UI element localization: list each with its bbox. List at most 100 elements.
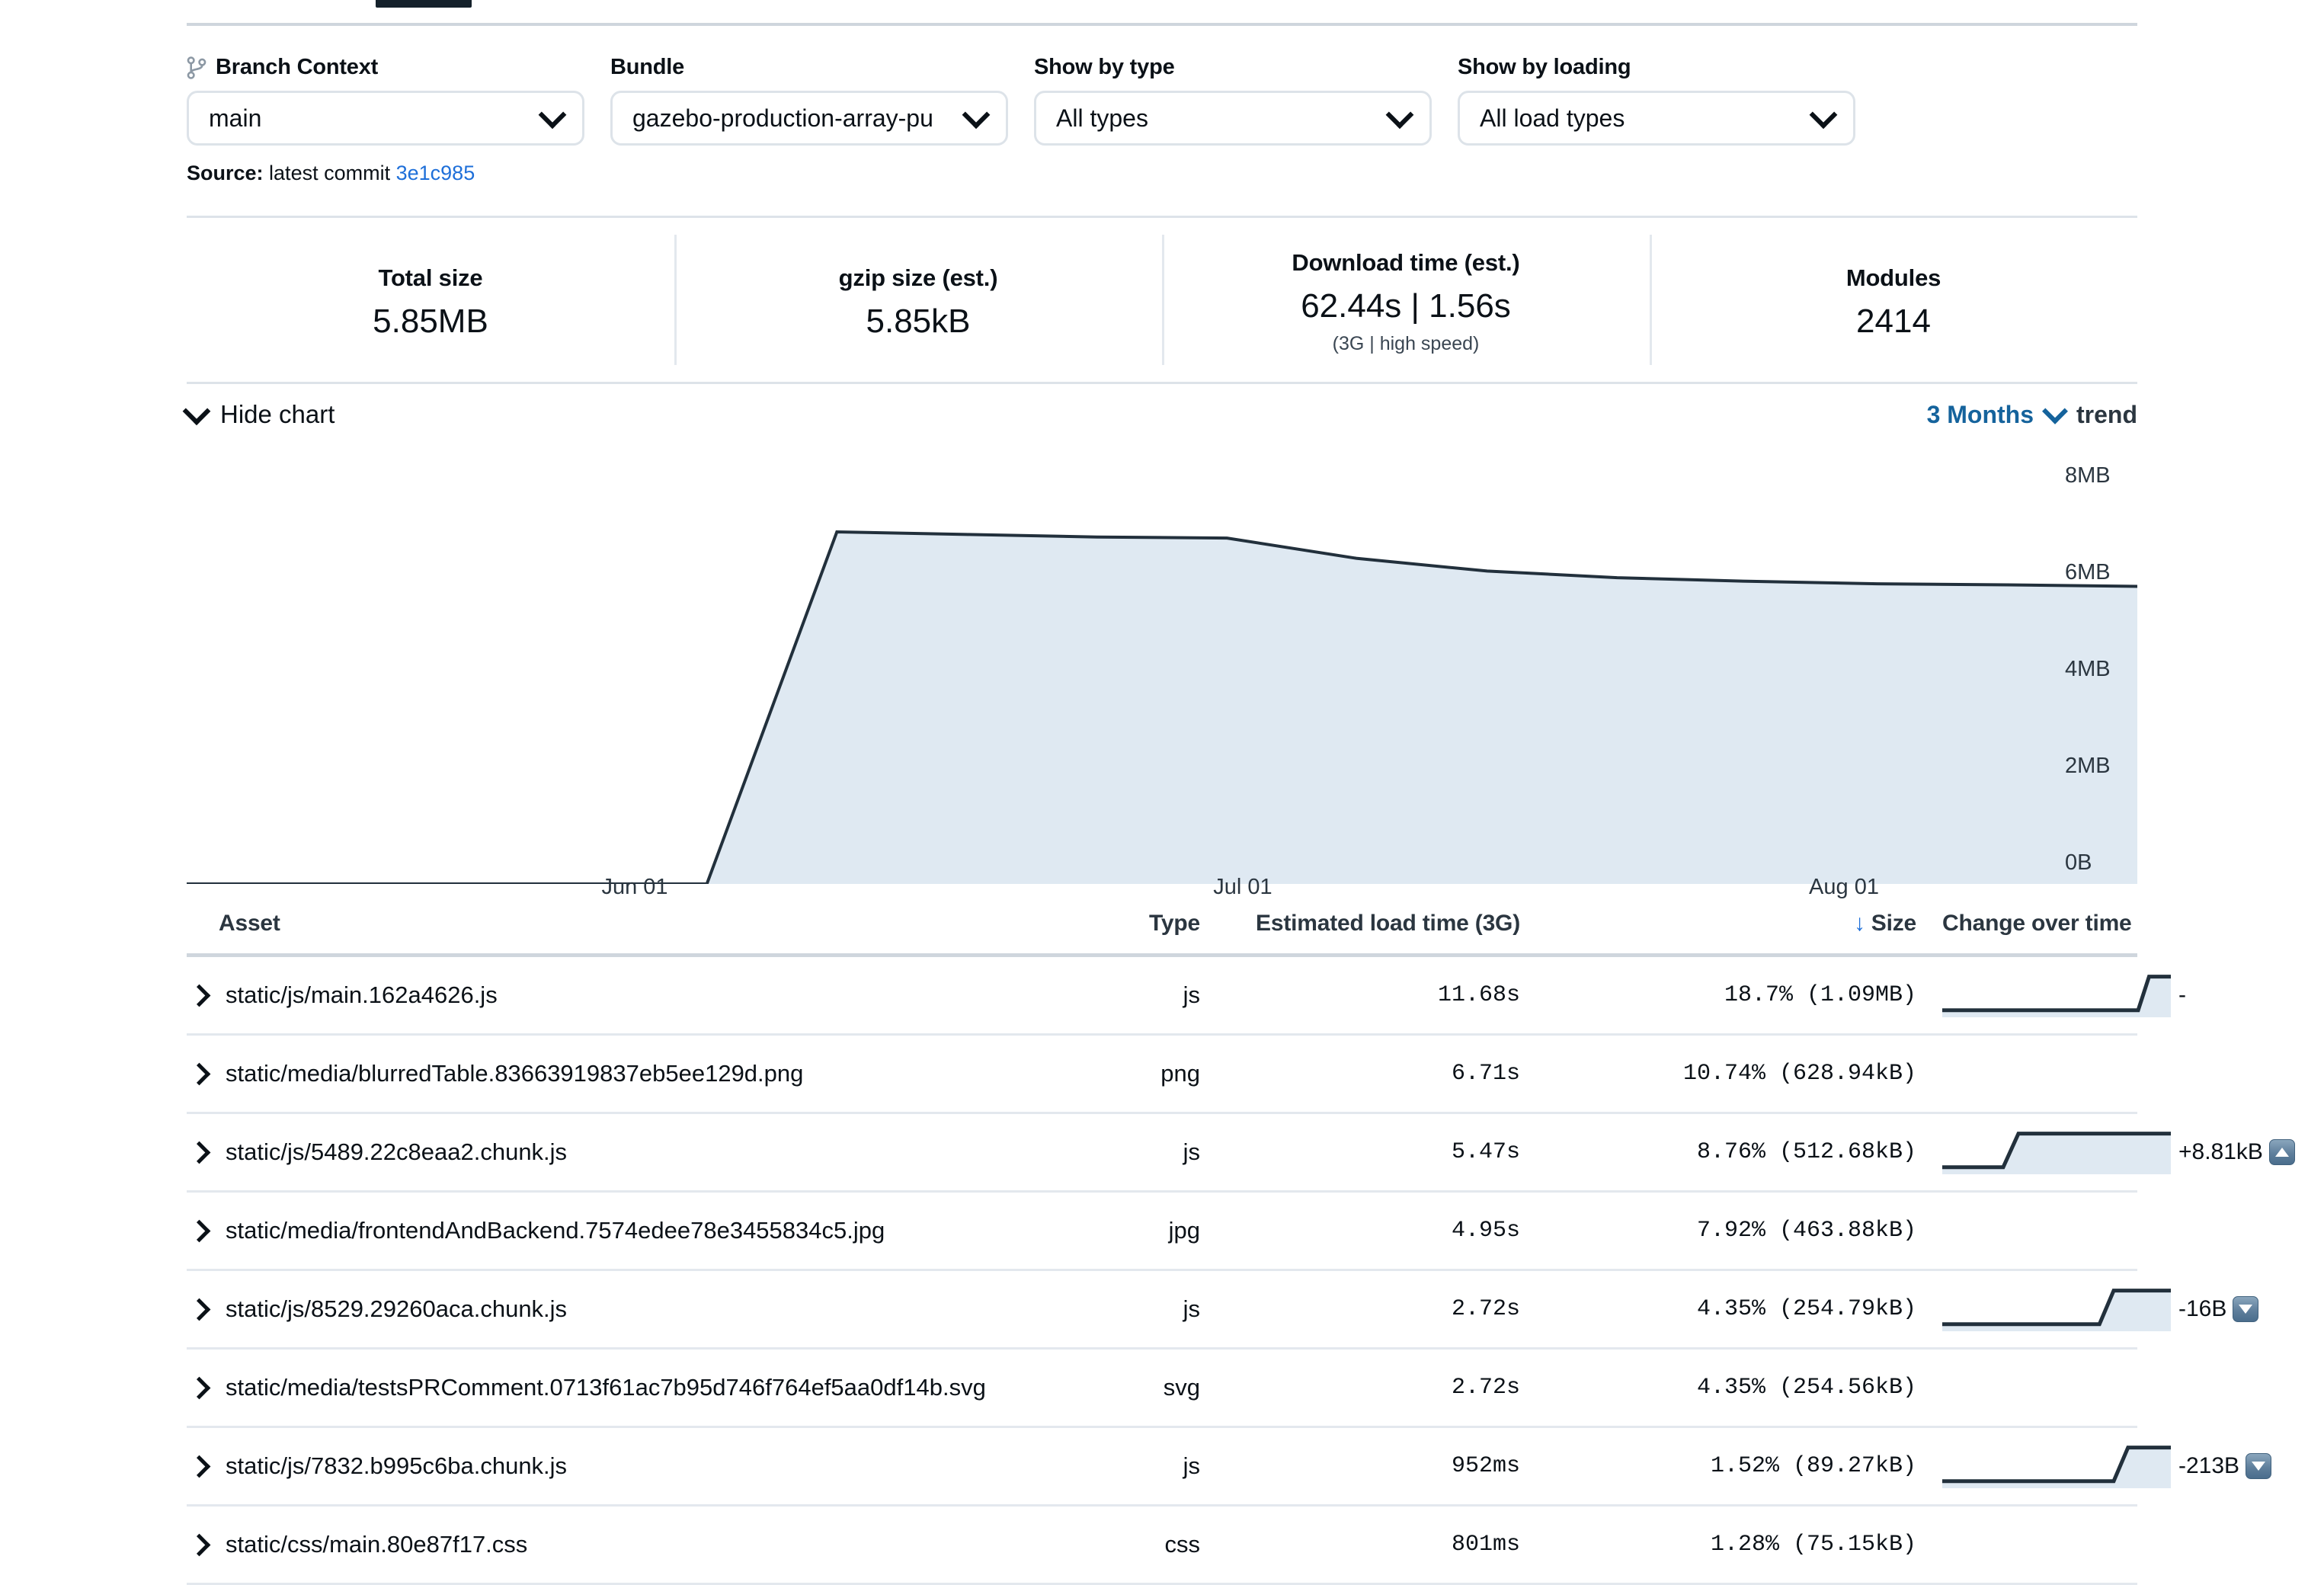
asset-type: css [1164, 1531, 1201, 1558]
chevron-right-icon[interactable] [187, 1376, 211, 1399]
chevron-down-icon [538, 101, 567, 130]
summary-total-size: Total size 5.85MB [187, 218, 674, 382]
sparkline [1942, 1289, 2171, 1331]
size-delta-value: -16B [2178, 1296, 2227, 1321]
table-row[interactable]: static/js/7832.b995c6ba.chunk.js js 952ms 1… [187, 1428, 2272, 1507]
asset-type: jpg [1168, 1217, 1200, 1244]
asset-size: 10.74% (628.94kB) [1682, 1061, 1916, 1087]
filter-branch-context: Branch Context main [187, 55, 584, 146]
chart-area-fill [187, 532, 2137, 884]
column-header-type[interactable]: Type [1048, 911, 1200, 937]
tab-configuration[interactable]: Configuration [821, 0, 1039, 12]
sort-descending-icon: ↓ [1853, 911, 1865, 936]
chevron-right-icon[interactable] [187, 1533, 211, 1556]
change-over-time-cell: - [1916, 973, 2186, 1017]
decrease-arrow-icon [2233, 1296, 2259, 1322]
source-line: Source: latest commit 3e1c985 [187, 162, 475, 185]
active-tab-indicator [375, 0, 472, 8]
trend-word: trend [2076, 400, 2137, 428]
assets-table: Asset Type Estimated load time (3G) ↓ Siz… [187, 911, 2295, 1585]
filter-label: Show by loading [1458, 55, 1855, 80]
trend-range-selector[interactable]: 3 Months trend [1926, 398, 2137, 429]
asset-size: 4.35% (254.56kB) [1696, 1375, 1916, 1401]
table-row[interactable]: static/media/blurredTable.83663919837eb5… [187, 1036, 2137, 1114]
chevron-right-icon[interactable] [187, 1455, 211, 1478]
size-delta-value: +8.81kB [2178, 1139, 2263, 1164]
chevron-down-icon [2042, 398, 2068, 424]
y-axis-tick: 6MB [2065, 560, 2111, 584]
summary-label: Modules [1845, 264, 1941, 291]
tab-bundles[interactable]: Bundles [359, 0, 488, 12]
table-row[interactable]: static/media/testsPRComment.0713f61ac7b9… [187, 1350, 2137, 1428]
column-header-asset[interactable]: Asset [187, 911, 1048, 937]
bundle-select[interactable]: gazebo-production-array-pu [610, 91, 1008, 146]
summary-bar: Total size 5.85MB gzip size (est.) 5.85k… [187, 216, 2137, 384]
size-delta: -16B [2178, 1296, 2259, 1322]
change-over-time-cell: -16B [1916, 1287, 2259, 1331]
chevron-right-icon[interactable] [187, 1062, 211, 1085]
sparkline-line [1942, 975, 2171, 1013]
x-axis-tick: Jul 01 [1213, 875, 1272, 899]
asset-name: static/css/main.80e87f17.css [226, 1531, 528, 1558]
tab-list: Coverage Bundles Flags new Tests new Con… [187, 0, 1039, 12]
chevron-right-icon[interactable] [187, 1219, 211, 1242]
estimated-load-time: 6.71s [1451, 1061, 1520, 1087]
hide-chart-toggle[interactable]: Hide chart [182, 397, 335, 429]
table-row[interactable]: static/js/8529.29260aca.chunk.js js 2.72s 4… [187, 1271, 2259, 1350]
y-axis-tick: 2MB [2065, 754, 2111, 778]
filter-label: Bundle [610, 55, 1008, 80]
filter-label: Branch Context [187, 55, 584, 80]
tab-strip-divider [187, 23, 2137, 26]
y-axis-tick: 4MB [2065, 657, 2111, 681]
summary-value: 5.85MB [373, 302, 488, 340]
asset-cell: static/js/8529.29260aca.chunk.js [187, 1295, 1048, 1323]
summary-label: Total size [378, 264, 483, 291]
x-axis-tick: Jun 01 [601, 875, 668, 899]
chevron-right-icon[interactable] [187, 1298, 211, 1321]
estimated-load-time: 5.47s [1451, 1139, 1520, 1165]
summary-subtext: (3G | high speed) [1332, 333, 1480, 354]
estimated-load-time: 2.72s [1451, 1296, 1520, 1322]
column-header-load-time[interactable]: Estimated load time (3G) [1200, 911, 1520, 937]
tab-tests[interactable]: Tests new [655, 0, 821, 12]
bundle-value: gazebo-production-array-pu [632, 104, 933, 132]
chevron-right-icon[interactable] [187, 984, 211, 1007]
filter-label-text: Show by type [1034, 55, 1175, 79]
y-axis-tick: 8MB [2065, 463, 2111, 488]
estimated-load-time: 801ms [1451, 1532, 1520, 1558]
summary-modules: Modules 2414 [1650, 218, 2137, 382]
tab-flags[interactable]: Flags new [488, 0, 655, 12]
asset-cell: static/media/testsPRComment.0713f61ac7b9… [187, 1374, 1048, 1401]
filter-bar: Branch Context main Bundle gazebo-produc… [187, 55, 1855, 146]
table-row[interactable]: static/css/main.80e87f17.css css 801ms 1.28… [187, 1507, 2137, 1585]
asset-type: svg [1163, 1374, 1200, 1401]
table-row[interactable]: static/js/main.162a4626.js js 11.68s 18.7% … [187, 957, 2186, 1036]
column-header-change-over-time[interactable]: Change over time [1916, 911, 2137, 937]
branch-context-select[interactable]: main [187, 91, 584, 146]
summary-download-time: Download time (est.) 62.44s | 1.56s (3G … [1162, 218, 1650, 382]
chevron-right-icon[interactable] [187, 1141, 211, 1164]
tab-coverage[interactable]: Coverage [187, 0, 359, 12]
show-by-type-select[interactable]: All types [1034, 91, 1432, 146]
summary-gzip-size: gzip size (est.) 5.85kB [674, 218, 1162, 382]
asset-name: static/js/8529.29260aca.chunk.js [226, 1295, 568, 1322]
column-header-size[interactable]: ↓ Size [1520, 911, 1916, 937]
source-prefix: Source: [187, 162, 264, 184]
table-row[interactable]: static/media/frontendAndBackend.7574edee… [187, 1193, 2137, 1271]
bundle-size-trend-chart [187, 457, 2137, 884]
asset-cell: static/js/5489.22c8eaa2.chunk.js [187, 1138, 1048, 1166]
size-delta: - [2178, 982, 2186, 1008]
trend-range-value: 3 Months [1926, 400, 2034, 428]
show-by-loading-select[interactable]: All load types [1458, 91, 1855, 146]
asset-size: 1.28% (75.15kB) [1710, 1532, 1916, 1558]
asset-type: png [1160, 1060, 1200, 1087]
filter-label: Show by type [1034, 55, 1432, 80]
change-over-time-cell: +8.81kB [1916, 1130, 2295, 1174]
chart-header: Hide chart 3 Months trend [182, 397, 2137, 429]
table-row[interactable]: static/js/5489.22c8eaa2.chunk.js js 5.47s 8… [187, 1114, 2295, 1193]
source-commit-link[interactable]: 3e1c985 [396, 162, 475, 184]
filter-label-text: Bundle [610, 55, 685, 79]
show-by-loading-value: All load types [1480, 104, 1625, 132]
asset-type: js [1183, 1138, 1200, 1165]
chevron-down-icon [1385, 101, 1414, 130]
